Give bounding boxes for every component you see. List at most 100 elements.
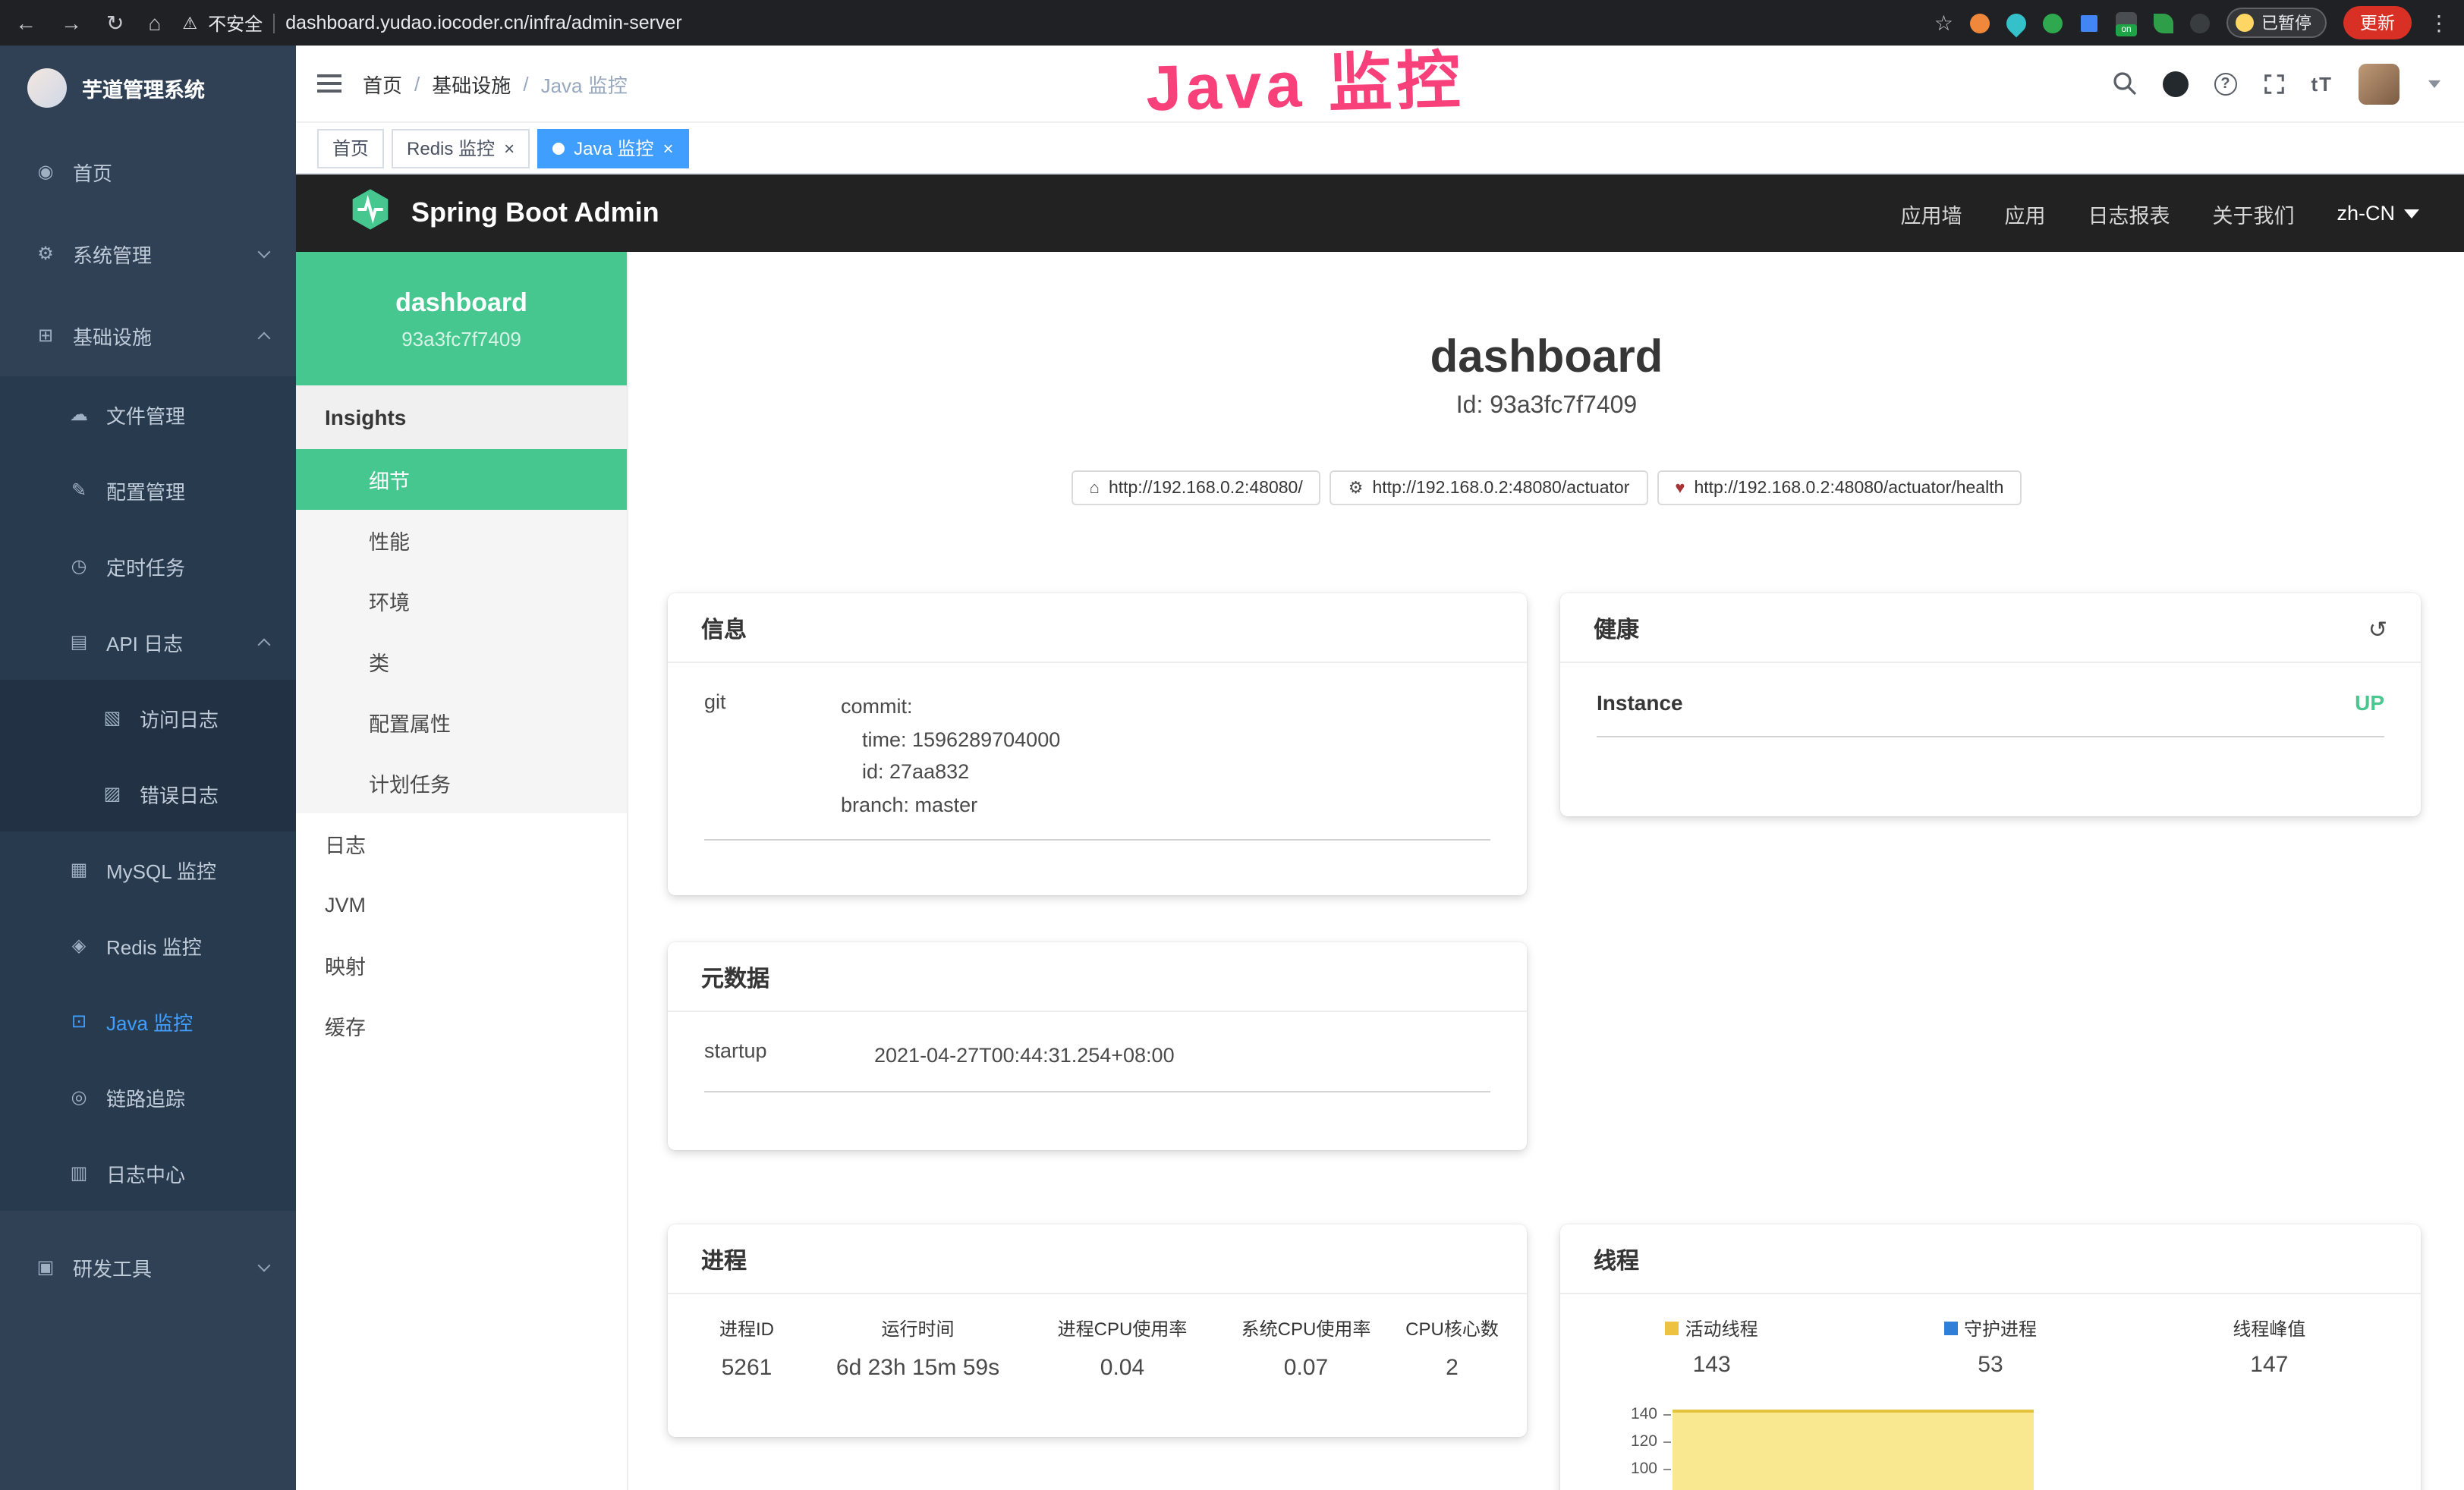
process-pid: 5261 [680,1355,813,1381]
app-logo-row[interactable]: 芋道管理系统 [0,46,296,130]
breadcrumb-infrastructure[interactable]: 基础设施 [432,69,511,98]
info-card: 信息 git commit: time: 1596289704000 id: 2… [668,593,1527,895]
screen: ← → ↻ ⌂ ⚠ 不安全 dashboard.yudao.iocoder.cn… [0,0,2464,1490]
locale-select[interactable]: zh-CN [2337,202,2419,225]
legend-live-threads: 活动线程 [1572,1316,1851,1341]
sba-item-mappings[interactable]: 映射 [296,935,627,995]
sba-brand[interactable]: Spring Boot Admin [296,187,659,240]
service-url-link[interactable]: ⌂ http://192.168.0.2:48080/ [1072,470,1321,505]
detail-header: dashboard Id: 93a3fc7f7409 [628,331,2464,420]
breadcrumb-home[interactable]: 首页 [363,69,402,98]
sidebar-item-access-logs[interactable]: ▧ 访问日志 [0,680,296,756]
sba-item-performance[interactable]: 性能 [296,510,627,571]
help-icon[interactable]: ? [2214,72,2236,95]
tab-redis-monitor[interactable]: Redis 监控 × [392,128,530,168]
bookmark-star-icon[interactable]: ☆ [1934,12,1953,33]
browser-home-icon[interactable]: ⌂ [148,12,161,33]
api-log-icon: ▤ [67,631,91,652]
security-label[interactable]: 不安全 [208,10,263,36]
sba-item-scheduled-tasks[interactable]: 计划任务 [296,753,627,813]
user-avatar[interactable] [2359,63,2399,104]
header-tools: ? tT [2112,63,2464,104]
url-text[interactable]: dashboard.yudao.iocoder.cn/infra/admin-s… [285,12,682,33]
sidebar-item-java-monitor[interactable]: ⊡ Java 监控 [0,983,296,1059]
sba-item-config-props[interactable]: 配置属性 [296,692,627,753]
refresh-icon[interactable]: ↻ [106,12,124,33]
sba-item-logs[interactable]: 日志 [296,813,627,874]
font-size-icon[interactable]: tT [2311,72,2333,95]
close-icon[interactable]: × [504,139,515,157]
forward-icon[interactable]: → [61,12,82,33]
sba-item-jvm[interactable]: JVM [296,874,627,935]
threads-legend: 活动线程 守护进程 线程峰值 143 53 147 [1560,1294,2421,1378]
active-dot [552,142,565,154]
sidebar-item-system-management[interactable]: ⚙ 系统管理 [0,212,296,294]
sidebar-item-mysql-monitor[interactable]: ▦ MySQL 监控 [0,831,296,907]
extension-puppeteer-icon[interactable] [2190,13,2210,33]
hamburger-icon[interactable] [317,74,341,93]
history-icon[interactable]: ↺ [2368,615,2387,643]
sidebar-item-scheduled-jobs[interactable]: ◷ 定时任务 [0,528,296,604]
avatar-caret-icon[interactable] [2428,80,2440,87]
active-threads-area [1673,1410,2034,1490]
sidebar-item-infrastructure[interactable]: ⊞ 基础设施 [0,294,296,376]
extension-leaf-icon[interactable] [2154,13,2173,33]
nav-applications[interactable]: 应用 [2004,198,2045,228]
extension-grid-icon[interactable] [2079,13,2099,33]
sba-item-environment[interactable]: 环境 [296,571,627,631]
y-tick-100: 100 [1581,1460,1657,1478]
tab-java-monitor[interactable]: Java 监控 × [537,128,688,168]
browser-toolbar-right: ☆ on 已暂停 更新 ⋮ [1934,6,2464,39]
update-button[interactable]: 更新 [2343,6,2412,39]
extension-switch-icon[interactable]: on [2116,12,2137,33]
instance-id-subtitle: Id: 93a3fc7f7409 [628,393,2464,420]
tab-home[interactable]: 首页 [317,128,384,168]
github-icon[interactable] [2162,71,2188,96]
sidebar-item-trace[interactable]: ◎ 链路追踪 [0,1059,296,1135]
nav-about[interactable]: 关于我们 [2212,198,2294,228]
error-log-icon: ▨ [100,783,124,804]
sba-item-caches[interactable]: 缓存 [296,995,627,1056]
paused-label: 已暂停 [2261,11,2311,35]
fullscreen-icon[interactable] [2262,72,2285,95]
access-log-icon: ▧ [100,707,124,728]
sidebar-item-log-center[interactable]: ▥ 日志中心 [0,1135,296,1211]
chevron-up-icon [258,332,271,344]
sidebar-item-config-management[interactable]: ✎ 配置管理 [0,452,296,528]
y-tick-120: 120 [1581,1432,1657,1451]
yellow-legend-icon [1666,1322,1679,1335]
paused-badge[interactable]: 已暂停 [2226,8,2327,38]
back-icon[interactable]: ← [15,12,36,33]
close-icon[interactable]: × [662,139,673,157]
sidebar-item-redis-monitor[interactable]: ◈ Redis 监控 [0,907,296,983]
dashboard-icon: ◉ [33,161,58,182]
sidebar-item-error-logs[interactable]: ▨ 错误日志 [0,756,296,831]
sba-item-classes[interactable]: 类 [296,631,627,692]
info-card-title: 信息 [668,593,1527,663]
instance-header[interactable]: dashboard 93a3fc7f7409 [296,252,627,385]
y-tick-line [1663,1414,1671,1416]
sidebar-item-home[interactable]: ◉ 首页 [0,130,296,212]
extension-green-icon[interactable] [2043,13,2063,33]
info-value: commit: time: 1596289704000 id: 27aa832 … [841,690,1060,821]
nav-wallboard[interactable]: 应用墙 [1900,198,1962,228]
sidebar-item-dev-tools[interactable]: ▣ 研发工具 [0,1226,296,1308]
nav-journal[interactable]: 日志报表 [2088,198,2170,228]
extension-drop-icon[interactable] [2003,9,2031,37]
sidebar-item-api-logs[interactable]: ▤ API 日志 [0,604,296,680]
health-row-instance[interactable]: Instance UP [1597,690,2384,737]
wrench-icon: ⚙ [1348,478,1364,498]
address-bar[interactable]: ⚠ 不安全 dashboard.yudao.iocoder.cn/infra/a… [182,10,1934,36]
sidebar-item-file-management[interactable]: ☁ 文件管理 [0,376,296,452]
on-badge: on [2116,24,2137,36]
sba-item-details[interactable]: 细节 [296,449,627,510]
actuator-url-link[interactable]: ⚙ http://192.168.0.2:48080/actuator [1330,470,1648,505]
y-tick-line [1663,1441,1671,1443]
search-icon[interactable] [2112,71,2136,96]
app-header: 首页 / 基础设施 / Java 监控 ? tT [296,46,2464,123]
log-center-icon: ▥ [67,1162,91,1184]
extension-fox-icon[interactable] [1970,13,1990,33]
browser-menu-icon[interactable]: ⋮ [2428,12,2450,33]
health-url-link[interactable]: ♥ http://192.168.0.2:48080/actuator/heal… [1657,470,2022,505]
health-key: Instance [1597,690,1683,715]
